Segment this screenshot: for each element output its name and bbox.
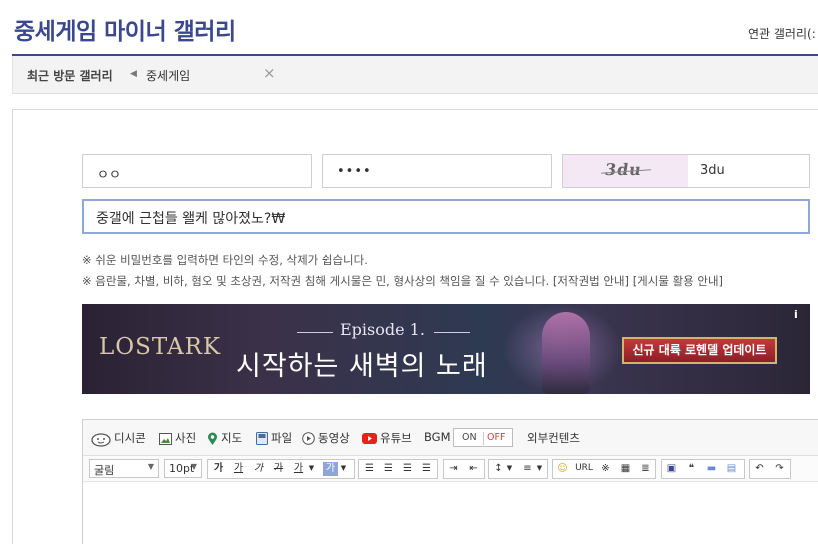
chevron-down-icon[interactable]: ▼ xyxy=(535,460,544,477)
password-input[interactable]: •••• xyxy=(322,154,552,188)
underline-button[interactable]: 가 xyxy=(230,460,247,477)
youtube-label: 유튜브 xyxy=(380,431,412,445)
redo-icon[interactable]: ↷ xyxy=(771,460,788,477)
bgm-toggle[interactable]: ON OFF xyxy=(453,428,513,447)
banner-ep-line-right xyxy=(434,332,470,333)
dccon-label: 디시콘 xyxy=(114,431,146,445)
external-content-button[interactable]: 외부컨텐츠 xyxy=(527,430,580,446)
align-left-icon[interactable]: ☰ xyxy=(361,460,378,477)
url-button[interactable]: URL xyxy=(573,460,595,477)
align-center-icon[interactable]: ☰ xyxy=(380,460,397,477)
image-icon xyxy=(159,432,172,445)
close-icon[interactable]: × xyxy=(263,64,276,82)
special-char-icon[interactable]: ※ xyxy=(597,460,614,477)
italic-button[interactable]: 가 xyxy=(250,460,267,477)
photo-button[interactable]: 사진 xyxy=(159,430,196,446)
align-right-icon[interactable]: ☰ xyxy=(399,460,416,477)
banner-character xyxy=(542,312,590,394)
banner-logo: LOSTARK xyxy=(99,334,222,360)
chevron-down-icon[interactable]: ▼ xyxy=(339,460,348,477)
outdent-icon[interactable]: ⇤ xyxy=(465,460,482,477)
background-icon[interactable]: ▬ xyxy=(703,460,720,477)
bold-button[interactable]: 가 xyxy=(210,460,227,477)
bg-color-button[interactable]: 가 xyxy=(323,462,338,476)
font-size-select[interactable]: 10pt ▼ xyxy=(164,459,202,478)
ad-banner[interactable]: LOSTARK Episode 1. 시작하는 새벽의 노래 신규 대륙 로헨델… xyxy=(82,304,810,394)
dccon-button[interactable]: 디시콘 xyxy=(91,430,146,447)
editor: 디시콘 사진 지도 파일 동영상 유튜브 BGM ON OFF 외부컨텐츠 굴림… xyxy=(82,419,818,544)
save-icon[interactable]: ▤ xyxy=(723,460,740,477)
bgm-on[interactable]: ON xyxy=(462,432,477,443)
captcha-image: 3du xyxy=(563,155,688,187)
related-galleries-link[interactable]: 연관 갤러리(: xyxy=(748,25,816,42)
table-icon[interactable]: ▦ xyxy=(617,460,634,477)
page-title[interactable]: 중세게임 마이너 갤러리 xyxy=(14,12,236,46)
chevron-down-icon: ▼ xyxy=(147,462,154,471)
align-justify-icon[interactable]: ☰ xyxy=(418,460,435,477)
file-button[interactable]: 파일 xyxy=(256,430,292,446)
strike-button[interactable]: 가 xyxy=(270,460,287,477)
notice-copyright: ※ 음란물, 차별, 비하, 혐오 및 초상권, 저작권 침해 게시물은 민, … xyxy=(82,274,724,288)
map-button[interactable]: 지도 xyxy=(207,430,242,446)
chevron-down-icon: ▼ xyxy=(190,462,197,471)
banner-headline: 시작하는 새벽의 노래 xyxy=(236,351,488,382)
captcha-box: 3du 3du xyxy=(562,154,810,188)
name-input[interactable]: ㅇㅇ xyxy=(82,154,312,188)
font-family-select[interactable]: 굴림 ▼ xyxy=(89,459,159,478)
toggle-divider xyxy=(483,432,484,445)
video-icon xyxy=(302,432,315,445)
chevron-down-icon[interactable]: ▼ xyxy=(505,460,514,477)
ad-info-icon[interactable]: i xyxy=(794,308,798,321)
bgm-label: BGM xyxy=(424,430,451,444)
font-family-value: 굴림 xyxy=(94,464,115,477)
undo-icon[interactable]: ↶ xyxy=(751,460,768,477)
video-label: 동영상 xyxy=(318,431,350,445)
captcha-input[interactable]: 3du xyxy=(700,163,725,178)
chevron-down-icon[interactable]: ▼ xyxy=(307,460,316,477)
video-button[interactable]: 동영상 xyxy=(302,430,350,446)
horizontal-rule-icon[interactable]: ≣ xyxy=(637,460,654,477)
editor-toolbar-format: 굴림 ▼ 10pt ▼ 가 가 가 가 가 ▼ 가 ▼ ☰ ☰ ☰ ☰ ⇥ ⇤ ↕ … xyxy=(83,456,818,482)
emoticon-icon[interactable]: ☺ xyxy=(554,460,571,477)
file-icon xyxy=(256,432,268,445)
file-label: 파일 xyxy=(271,431,293,445)
editor-content-area[interactable] xyxy=(83,482,818,544)
dccon-icon xyxy=(91,432,111,447)
quote-icon[interactable]: ❝ xyxy=(683,460,700,477)
prev-arrow-icon[interactable]: ◀ xyxy=(130,69,137,79)
banner-cta-button[interactable]: 신규 대륙 로헨델 업데이트 xyxy=(622,337,777,364)
notice-password: ※ 쉬운 비밀번호를 입력하면 타인의 수정, 삭제가 쉽습니다. xyxy=(82,253,368,267)
recent-visit-bar: 최근 방문 갤러리 ◀ 중세게임 × xyxy=(12,56,818,94)
editor-toolbar-attachments: 디시콘 사진 지도 파일 동영상 유튜브 BGM ON OFF 외부컨텐츠 xyxy=(83,420,818,456)
photo-label: 사진 xyxy=(175,431,197,445)
font-color-button[interactable]: 가 xyxy=(290,460,307,477)
map-pin-icon xyxy=(208,432,217,445)
youtube-icon xyxy=(362,433,377,444)
list-icon[interactable]: ≡ xyxy=(519,460,536,477)
indent-icon[interactable]: ⇥ xyxy=(445,460,462,477)
banner-ep-line-left xyxy=(297,332,333,333)
bgm-off[interactable]: OFF xyxy=(487,432,505,443)
youtube-button[interactable]: 유튜브 xyxy=(362,430,412,446)
recent-visit-item[interactable]: 중세게임 xyxy=(146,67,190,84)
subject-input[interactable]: 중갤에 근첩들 왤케 많아졌노?₩ xyxy=(82,199,810,234)
map-label: 지도 xyxy=(221,431,243,445)
recent-visit-label: 최근 방문 갤러리 xyxy=(27,69,113,83)
textbox-icon[interactable]: ▣ xyxy=(663,460,680,477)
banner-episode: Episode 1. xyxy=(340,320,425,339)
